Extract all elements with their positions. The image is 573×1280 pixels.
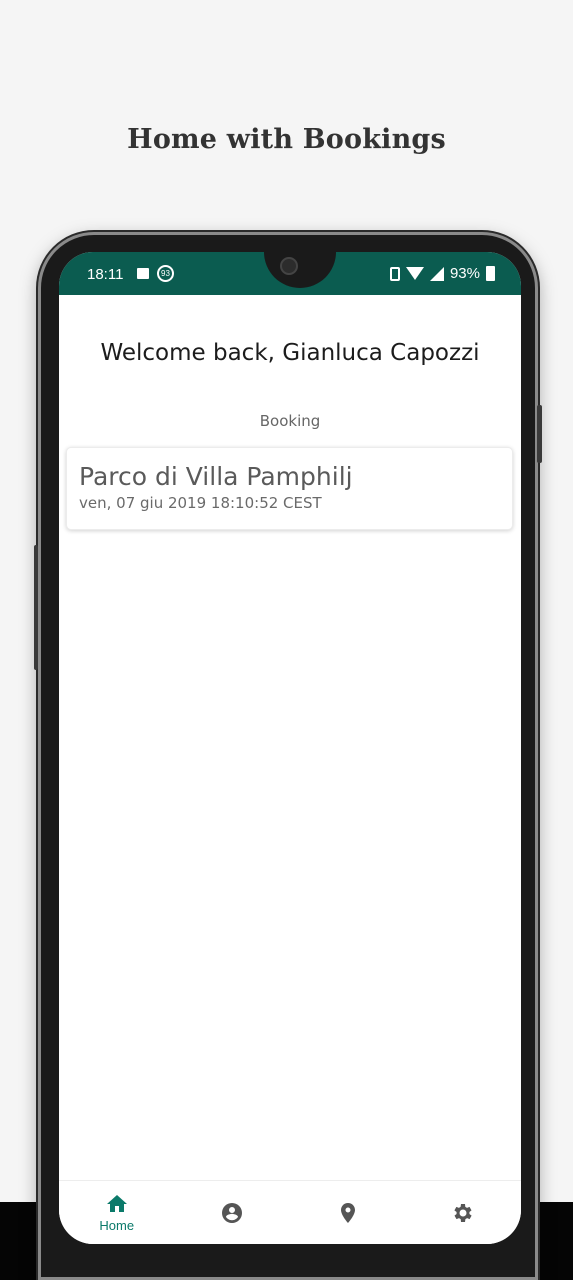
nav-account[interactable] bbox=[175, 1181, 291, 1244]
nav-home-label: Home bbox=[99, 1218, 135, 1233]
location-pin-icon bbox=[340, 1202, 355, 1223]
status-right: 93% bbox=[389, 265, 495, 282]
nav-settings[interactable] bbox=[406, 1181, 522, 1244]
front-camera bbox=[280, 257, 298, 275]
volume-button bbox=[34, 545, 38, 670]
booking-title: Parco di Villa Pamphilj bbox=[79, 462, 353, 491]
account-icon bbox=[222, 1202, 243, 1223]
home-icon bbox=[106, 1195, 127, 1212]
vibrate-icon bbox=[389, 266, 400, 281]
wifi-icon bbox=[405, 267, 424, 280]
image-notification-icon bbox=[137, 268, 149, 279]
bottom-navigation: Home bbox=[59, 1180, 521, 1244]
phone-screen: 18:11 93 93% Welcome back, Gianluca Capo… bbox=[59, 252, 521, 1244]
status-time: 18:11 bbox=[87, 266, 124, 283]
nav-home[interactable]: Home bbox=[59, 1181, 175, 1244]
notification-badge-icon: 93 bbox=[157, 265, 174, 282]
booking-date: ven, 07 giu 2019 18:10:52 CEST bbox=[79, 494, 322, 512]
welcome-message: Welcome back, Gianluca Capozzi bbox=[100, 340, 480, 366]
battery-icon bbox=[486, 266, 495, 281]
signal-icon bbox=[429, 266, 444, 281]
battery-percent: 93% bbox=[449, 265, 480, 282]
power-button bbox=[537, 405, 542, 463]
booking-section-label: Booking bbox=[259, 412, 321, 430]
booking-card[interactable]: Parco di Villa Pamphilj ven, 07 giu 2019… bbox=[66, 447, 513, 530]
settings-icon bbox=[454, 1203, 472, 1222]
page-headline: Home with Bookings bbox=[127, 124, 446, 155]
nav-location[interactable] bbox=[290, 1181, 406, 1244]
